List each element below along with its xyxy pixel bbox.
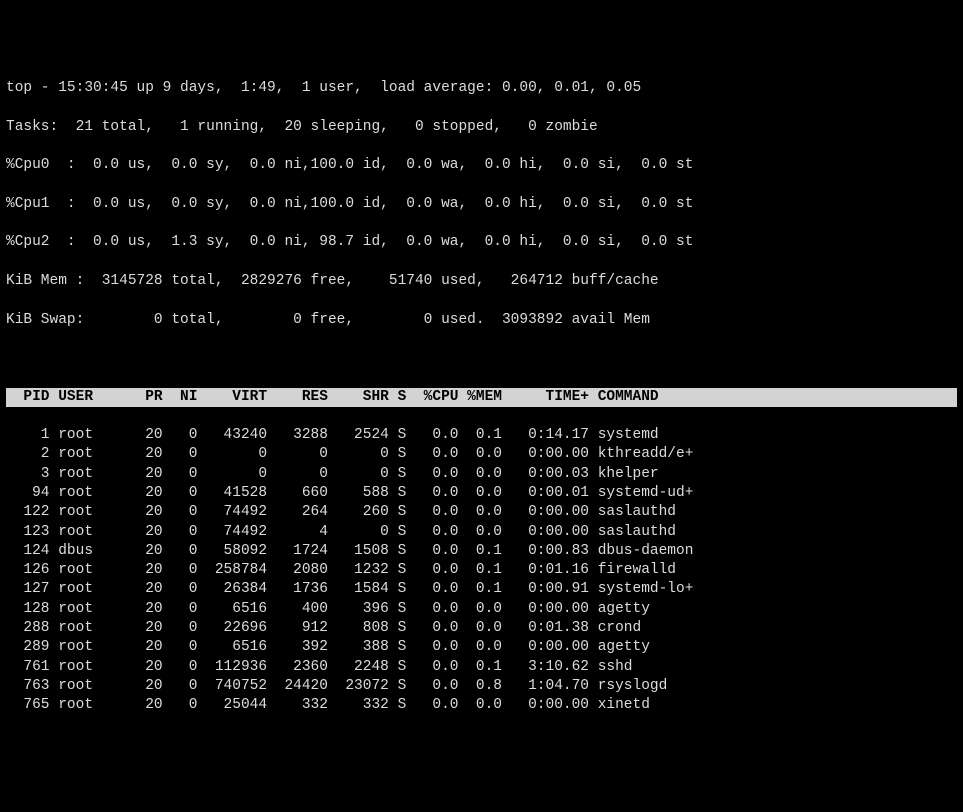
process-row[interactable]: 128 root 20 0 6516 400 396 S 0.0 0.0 0:0… [6,600,957,619]
summary-uptime: top - 15:30:45 up 9 days, 1:49, 1 user, … [6,79,957,98]
process-row[interactable]: 288 root 20 0 22696 912 808 S 0.0 0.0 0:… [6,619,957,638]
process-row[interactable]: 94 root 20 0 41528 660 588 S 0.0 0.0 0:0… [6,484,957,503]
process-row[interactable]: 127 root 20 0 26384 1736 1584 S 0.0 0.1 … [6,580,957,599]
summary-cpu2: %Cpu2 : 0.0 us, 1.3 sy, 0.0 ni, 98.7 id,… [6,233,957,252]
process-row[interactable]: 761 root 20 0 112936 2360 2248 S 0.0 0.1… [6,658,957,677]
process-row[interactable]: 3 root 20 0 0 0 0 S 0.0 0.0 0:00.03 khel… [6,465,957,484]
summary-cpu0: %Cpu0 : 0.0 us, 0.0 sy, 0.0 ni,100.0 id,… [6,156,957,175]
process-row[interactable]: 122 root 20 0 74492 264 260 S 0.0 0.0 0:… [6,503,957,522]
summary-tasks: Tasks: 21 total, 1 running, 20 sleeping,… [6,118,957,137]
process-row[interactable]: 289 root 20 0 6516 392 388 S 0.0 0.0 0:0… [6,638,957,657]
summary-cpu1: %Cpu1 : 0.0 us, 0.0 sy, 0.0 ni,100.0 id,… [6,195,957,214]
summary-swap: KiB Swap: 0 total, 0 free, 0 used. 30938… [6,311,957,330]
process-row[interactable]: 765 root 20 0 25044 332 332 S 0.0 0.0 0:… [6,696,957,715]
process-row[interactable]: 123 root 20 0 74492 4 0 S 0.0 0.0 0:00.0… [6,523,957,542]
process-table-header[interactable]: PID USER PR NI VIRT RES SHR S %CPU %MEM … [6,388,957,407]
process-row[interactable]: 126 root 20 0 258784 2080 1232 S 0.0 0.1… [6,561,957,580]
process-row[interactable]: 2 root 20 0 0 0 0 S 0.0 0.0 0:00.00 kthr… [6,445,957,464]
process-row[interactable]: 1 root 20 0 43240 3288 2524 S 0.0 0.1 0:… [6,426,957,445]
process-table-body[interactable]: 1 root 20 0 43240 3288 2524 S 0.0 0.1 0:… [6,426,957,715]
summary-mem: KiB Mem : 3145728 total, 2829276 free, 5… [6,272,957,291]
process-row[interactable]: 763 root 20 0 740752 24420 23072 S 0.0 0… [6,677,957,696]
blank-line [6,349,957,368]
process-row[interactable]: 124 dbus 20 0 58092 1724 1508 S 0.0 0.1 … [6,542,957,561]
